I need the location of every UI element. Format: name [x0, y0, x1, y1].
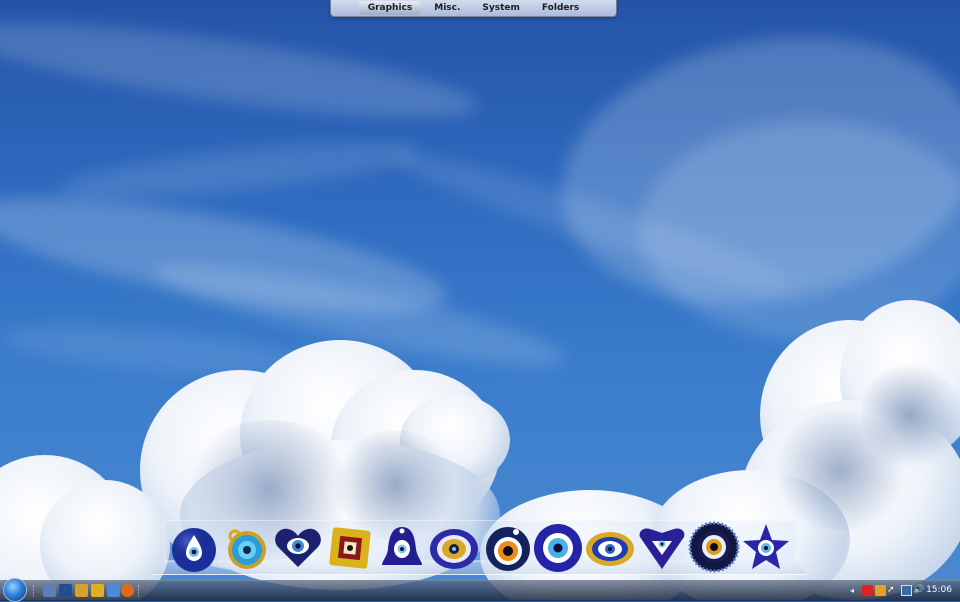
- evil-eye-heart-icon[interactable]: [272, 521, 324, 573]
- evil-eye-gold-oval-icon[interactable]: [584, 521, 636, 573]
- tab-misc[interactable]: Misc.: [425, 1, 469, 15]
- firefox-icon[interactable]: [121, 584, 134, 597]
- evil-eye-gold-square-icon[interactable]: [324, 521, 376, 573]
- globe-icon[interactable]: [107, 584, 120, 597]
- network-icon[interactable]: [901, 585, 912, 596]
- dock: [168, 521, 793, 575]
- evil-eye-round-icon[interactable]: [532, 521, 584, 573]
- clock[interactable]: 15:06: [926, 584, 952, 597]
- evil-eye-beaded-icon[interactable]: [688, 521, 740, 573]
- chevron-left-icon[interactable]: ◂: [850, 585, 861, 596]
- toolbar-grip[interactable]: [33, 585, 36, 597]
- tab-graphics[interactable]: Graphics: [358, 1, 422, 15]
- cursor-icon[interactable]: ➚: [887, 585, 898, 596]
- evil-eye-drop-icon[interactable]: [168, 521, 220, 573]
- show-desktop-icon[interactable]: [43, 584, 56, 597]
- evil-eye-gold-ring-icon[interactable]: [220, 521, 272, 573]
- toolbar-grip[interactable]: [138, 585, 141, 597]
- photoshop-icon[interactable]: [59, 584, 72, 597]
- top-launcher-menu: Graphics Misc. System Folders: [330, 0, 617, 17]
- tab-folders[interactable]: Folders: [533, 1, 588, 15]
- volume-icon[interactable]: 🔊: [913, 585, 924, 596]
- tab-system[interactable]: System: [473, 1, 529, 15]
- evil-eye-triangle-heart-icon[interactable]: [636, 521, 688, 573]
- evil-eye-orange-disc-icon[interactable]: [480, 521, 532, 573]
- reader-icon[interactable]: [91, 584, 104, 597]
- language-icon[interactable]: [875, 585, 886, 596]
- start-button[interactable]: [3, 578, 27, 602]
- evil-eye-bell-icon[interactable]: [376, 521, 428, 573]
- taskbar: ◂ ➚ 🔊 15:06: [0, 578, 960, 602]
- evil-eye-flower-icon[interactable]: [428, 521, 480, 573]
- security-alert-icon[interactable]: [862, 585, 873, 596]
- evil-eye-star-icon[interactable]: [740, 521, 792, 573]
- desktop-wallpaper: [0, 0, 960, 600]
- system-tray: ◂ ➚ 🔊 15:06: [850, 581, 960, 601]
- folder-icon[interactable]: [75, 584, 88, 597]
